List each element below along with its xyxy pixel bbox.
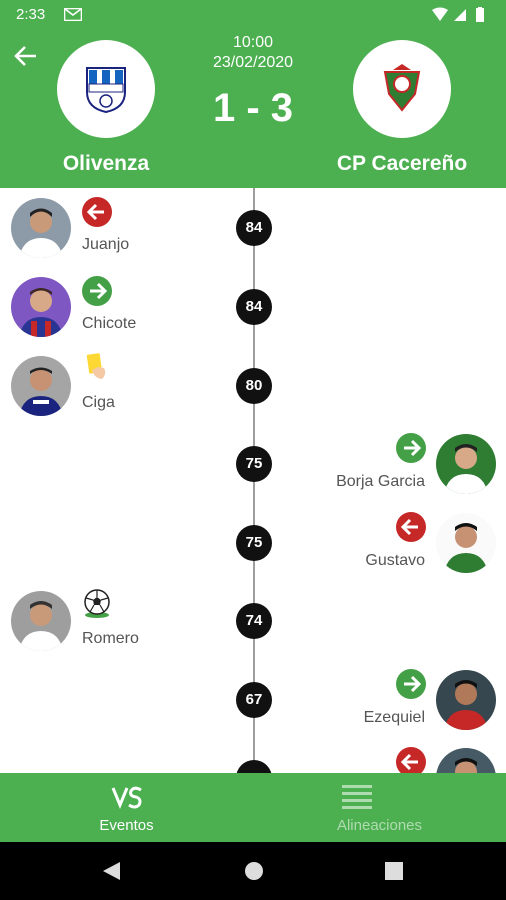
nav-back-icon[interactable]	[100, 860, 122, 882]
match-score: 1 - 3	[212, 86, 294, 130]
event-minute: 80	[236, 368, 272, 404]
signal-icon	[454, 9, 466, 21]
events-timeline[interactable]: Juanjo 84 Chicote 84 Ciga 80 Borja Garci…	[0, 188, 506, 773]
status-time: 2:33	[16, 6, 46, 23]
tab-label: Eventos	[99, 817, 154, 834]
event-minute: 84	[236, 210, 272, 246]
player-avatar	[436, 434, 496, 494]
event-minute	[236, 760, 272, 773]
home-team-name: Olivenza	[62, 152, 150, 175]
substitution-in-icon	[396, 433, 426, 463]
olivenza-crest-icon	[86, 67, 126, 114]
yellow-card-icon	[86, 353, 106, 379]
away-team-crest[interactable]	[353, 40, 451, 138]
substitution-in-icon	[396, 669, 426, 699]
event-minute: 75	[236, 446, 272, 482]
substitution-out-icon	[82, 197, 112, 227]
player-avatar	[436, 670, 496, 730]
tab-label: Alineaciones	[336, 817, 423, 834]
status-bar: 2:33	[0, 0, 506, 30]
back-arrow-icon[interactable]	[12, 42, 40, 70]
match-header: 10:00 23/02/2020 1 - 3 Olivenza CP Cacer…	[0, 30, 506, 188]
player-name: Ciga	[82, 394, 115, 411]
event-minute: 84	[236, 289, 272, 325]
bottom-tab-bar: Eventos Alineaciones	[0, 773, 506, 842]
player-avatar	[436, 513, 496, 573]
event-minute: 74	[236, 603, 272, 639]
match-time: 10:00	[232, 34, 274, 51]
battery-icon	[476, 7, 484, 22]
home-team-crest[interactable]	[57, 40, 155, 138]
substitution-out-icon	[396, 512, 426, 542]
player-avatar	[11, 198, 71, 258]
tab-eventos[interactable]: Eventos	[0, 773, 253, 842]
substitution-out-icon	[396, 747, 426, 773]
nav-home-icon[interactable]	[243, 860, 265, 882]
player-name: Romero	[82, 630, 139, 647]
player-name: Juanjo	[82, 236, 130, 253]
vs-icon	[111, 786, 142, 809]
substitution-in-icon	[82, 276, 112, 306]
player-name: Gustavo	[365, 552, 425, 569]
away-team-name: CP Cacereño	[336, 152, 468, 175]
player-name: Chicote	[82, 315, 137, 332]
tab-alineaciones[interactable]: Alineaciones	[253, 773, 506, 842]
match-date: 23/02/2020	[212, 54, 294, 71]
player-avatar	[436, 748, 496, 773]
lineup-icon	[342, 785, 372, 809]
nav-recents-icon[interactable]	[384, 861, 404, 881]
wifi-icon	[432, 7, 448, 21]
cacereno-crest-icon	[383, 64, 421, 112]
player-avatar	[11, 356, 71, 416]
goal-ball-icon	[84, 589, 110, 618]
status-icons	[432, 7, 492, 28]
player-avatar	[11, 277, 71, 337]
event-minute: 75	[236, 525, 272, 561]
event-minute: 67	[236, 682, 272, 718]
system-nav-bar	[0, 842, 506, 900]
player-avatar	[11, 591, 71, 651]
player-name: Borja Garcia	[336, 473, 425, 490]
player-name: Ezequiel	[363, 709, 425, 726]
gmail-icon	[64, 8, 82, 21]
